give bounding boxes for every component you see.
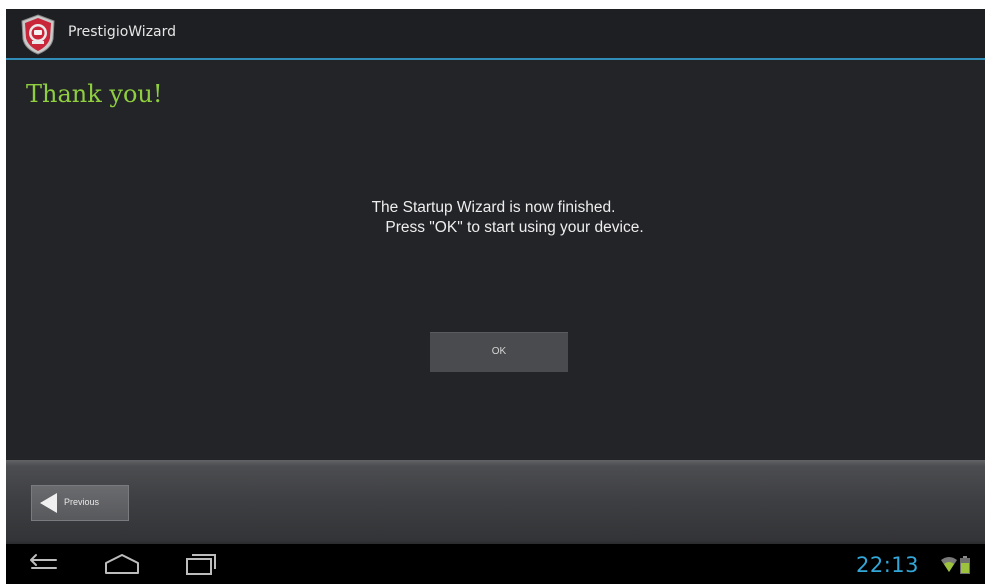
back-arrow-icon	[40, 493, 57, 513]
tablet-screen: PrestigioWizard Thank you! The Startup W…	[6, 9, 985, 584]
page-title: Thank you!	[26, 80, 163, 108]
wizard-footer: Previous	[6, 460, 985, 544]
finish-message: The Startup Wizard is now finished. Pres…	[6, 198, 985, 238]
message-line-2: Press "OK" to start using your device.	[385, 219, 644, 236]
ok-button[interactable]: OK	[430, 332, 568, 372]
status-clock: 22:13	[856, 553, 920, 577]
battery-icon	[960, 556, 970, 574]
action-bar: PrestigioWizard	[6, 9, 985, 60]
wizard-content: Thank you! The Startup Wizard is now fin…	[6, 62, 985, 460]
recent-apps-icon[interactable]	[184, 552, 218, 576]
prestigio-logo-icon	[21, 14, 55, 55]
wifi-icon	[941, 557, 957, 572]
home-icon[interactable]	[103, 552, 141, 576]
app-title: PrestigioWizard	[68, 24, 177, 40]
back-icon[interactable]	[26, 552, 60, 574]
previous-button-label: Previous	[64, 497, 100, 507]
message-line-1: The Startup Wizard is now finished.	[371, 199, 616, 216]
system-navigation-bar: 22:13	[6, 544, 985, 584]
previous-button[interactable]: Previous	[31, 485, 129, 521]
